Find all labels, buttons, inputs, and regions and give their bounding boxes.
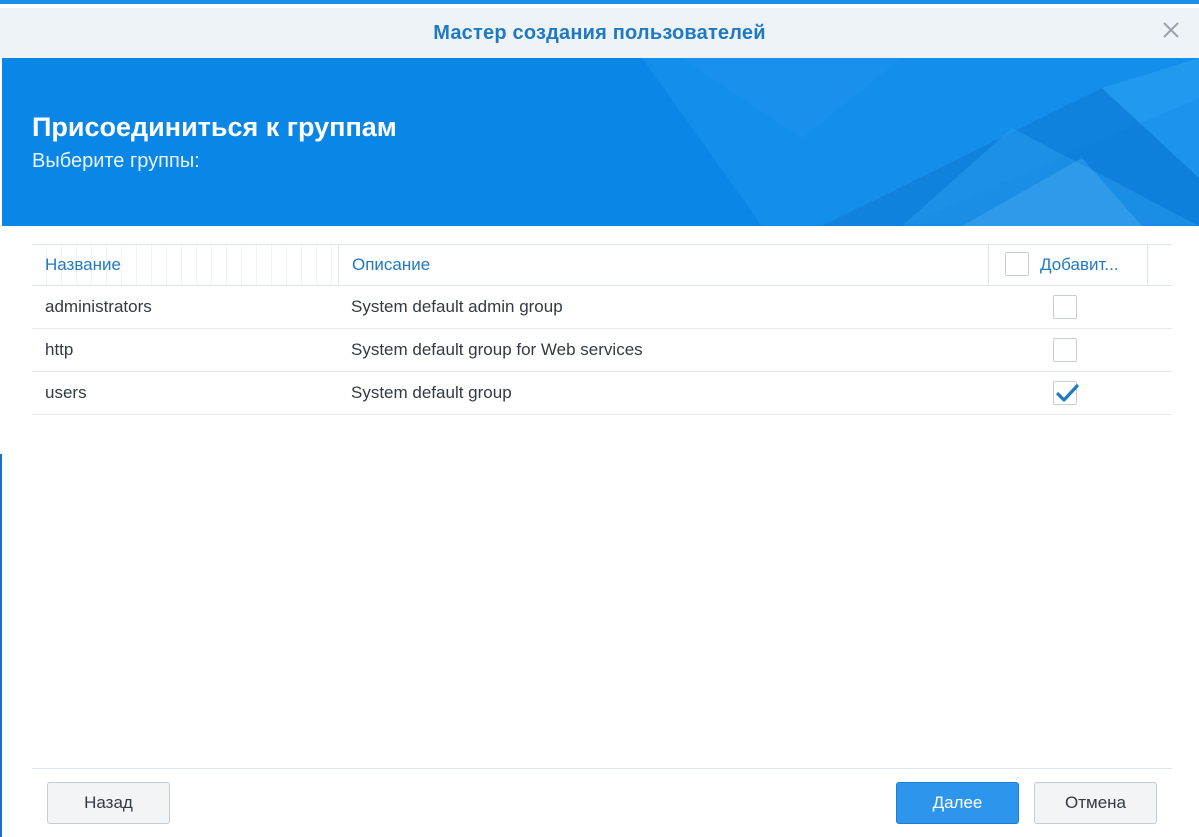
table-row[interactable]: http System default group for Web servic… xyxy=(32,329,1172,372)
groups-table: Название Описание Добавит... administrat… xyxy=(32,244,1172,415)
group-name: users xyxy=(45,383,87,402)
user-creation-wizard-dialog: Мастер создания пользователей Присоедини… xyxy=(0,0,1199,837)
group-name: http xyxy=(45,340,74,359)
wizard-banner: Присоединиться к группам Выберите группы… xyxy=(2,58,1199,226)
table-header: Название Описание Добавит... xyxy=(32,244,1172,286)
column-header-add[interactable]: Добавит... xyxy=(988,245,1148,285)
group-description: System default admin group xyxy=(351,297,563,316)
banner-subheading: Выберите группы: xyxy=(32,150,200,172)
footer-divider xyxy=(32,768,1172,769)
window-edge xyxy=(0,454,2,837)
banner-heading: Присоединиться к группам xyxy=(32,112,397,142)
next-button[interactable]: Далее xyxy=(896,782,1019,824)
select-all-checkbox[interactable] xyxy=(1005,252,1029,276)
group-description: System default group for Web services xyxy=(351,340,643,359)
column-header-description[interactable]: Описание xyxy=(338,245,989,285)
dialog-title: Мастер создания пользователей xyxy=(433,21,766,44)
add-group-checkbox[interactable] xyxy=(1053,338,1077,362)
column-header-name-label: Название xyxy=(45,255,121,274)
column-header-add-label: Добавит... xyxy=(1040,255,1119,274)
checkmark-icon xyxy=(1056,384,1079,402)
column-header-name[interactable]: Название xyxy=(32,245,338,285)
dialog-titlebar: Мастер создания пользователей xyxy=(0,8,1199,58)
group-name: administrators xyxy=(45,297,152,316)
group-description: System default group xyxy=(351,383,512,402)
add-group-checkbox[interactable] xyxy=(1053,381,1079,405)
cancel-button[interactable]: Отмена xyxy=(1034,782,1157,824)
close-icon[interactable] xyxy=(1159,18,1183,42)
table-row[interactable]: users System default group xyxy=(32,372,1172,415)
add-group-checkbox[interactable] xyxy=(1053,295,1077,319)
back-button[interactable]: Назад xyxy=(47,782,170,824)
table-row[interactable]: administrators System default admin grou… xyxy=(32,286,1172,329)
column-header-description-label: Описание xyxy=(352,255,431,274)
